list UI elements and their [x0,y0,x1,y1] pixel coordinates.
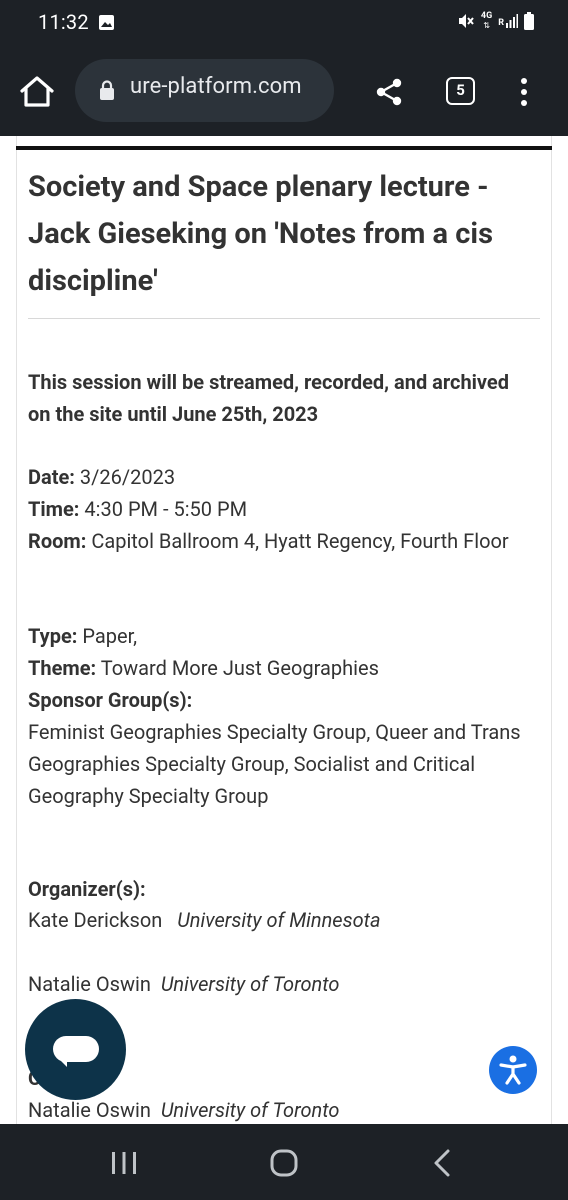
organizer-name: Kate Derickson [28,908,163,932]
mute-icon [458,14,474,28]
type-value: Paper, [77,624,138,648]
status-time: 11:32 [38,10,89,34]
stream-note: This session will be streamed, recorded,… [28,370,509,426]
session-room: Room: Capitol Ballroom 4, Hyatt Regency,… [28,525,538,557]
organizer-name: Natalie Oswin [28,972,151,996]
theme-label: Theme: [28,656,97,680]
nav-home-icon[interactable] [270,1149,298,1177]
accessibility-button[interactable] [489,1046,537,1094]
chair-affiliation: University of Toronto [160,1098,340,1122]
lock-icon [100,80,114,100]
network-indicator: 4G ⇅ [480,11,493,31]
top-rule [16,146,552,150]
browser-toolbar: ure-platform.com 5 [0,44,568,136]
room-value: Capitol Ballroom 4, Hyatt Regency, Fourt… [86,529,509,553]
battery-icon [524,12,534,30]
organizers-label: Organizer(s): [28,877,146,901]
sim-label: R [498,18,504,28]
room-label: Room: [28,529,87,553]
theme-value: Toward More Just Geographies [96,656,379,680]
session-time: Time: 4:30 PM - 5:50 PM [28,493,538,525]
status-icons: 4G ⇅ R [457,12,534,30]
share-icon[interactable] [374,77,404,107]
url-bar[interactable]: ure-platform.com [75,59,334,122]
organizer-item: Kate Derickson University of Minnesota [28,904,381,936]
type-label: Type: [28,624,78,648]
system-nav-bar [0,1124,568,1200]
chair-name: Natalie Oswin [28,1098,151,1122]
back-icon[interactable] [432,1148,452,1178]
session-type: Type: Paper, [28,620,538,652]
accessibility-icon [499,1055,527,1085]
more-vert-icon[interactable] [519,77,529,107]
signal-icon [506,14,518,28]
sponsor-label: Sponsor Group(s): [28,688,193,712]
status-bar: 11:32 4G ⇅ R [0,0,568,44]
organizer-affiliation: University of Toronto [160,972,340,996]
page-content: Society and Space plenary lecture - Jack… [0,136,568,1124]
recents-icon[interactable] [110,1150,138,1176]
session-title: Society and Space plenary lecture - Jack… [28,170,493,298]
sponsor-groups: Feminist Geographies Specialty Group, Qu… [28,720,521,808]
network-type: 4G [480,11,493,21]
organizer-affiliation: University of Minnesota [177,908,381,932]
time-label: Time: [28,497,80,521]
tab-switcher-button[interactable]: 5 [446,77,475,105]
image-notification-icon [99,15,114,30]
url-text: ure-platform.com [130,74,302,99]
chat-button[interactable] [25,999,126,1100]
session-date: Date: 3/26/2023 [28,461,538,493]
title-divider [28,318,540,319]
session-theme: Theme: Toward More Just Geographies [28,652,538,684]
signal-indicator: R [498,14,518,28]
date-value: 3/26/2023 [74,465,176,489]
date-label: Date: [28,465,75,489]
organizer-item: Natalie Oswin University of Toronto [28,968,339,1000]
time-value: 4:30 PM - 5:50 PM [79,497,248,521]
home-icon[interactable] [18,74,56,108]
